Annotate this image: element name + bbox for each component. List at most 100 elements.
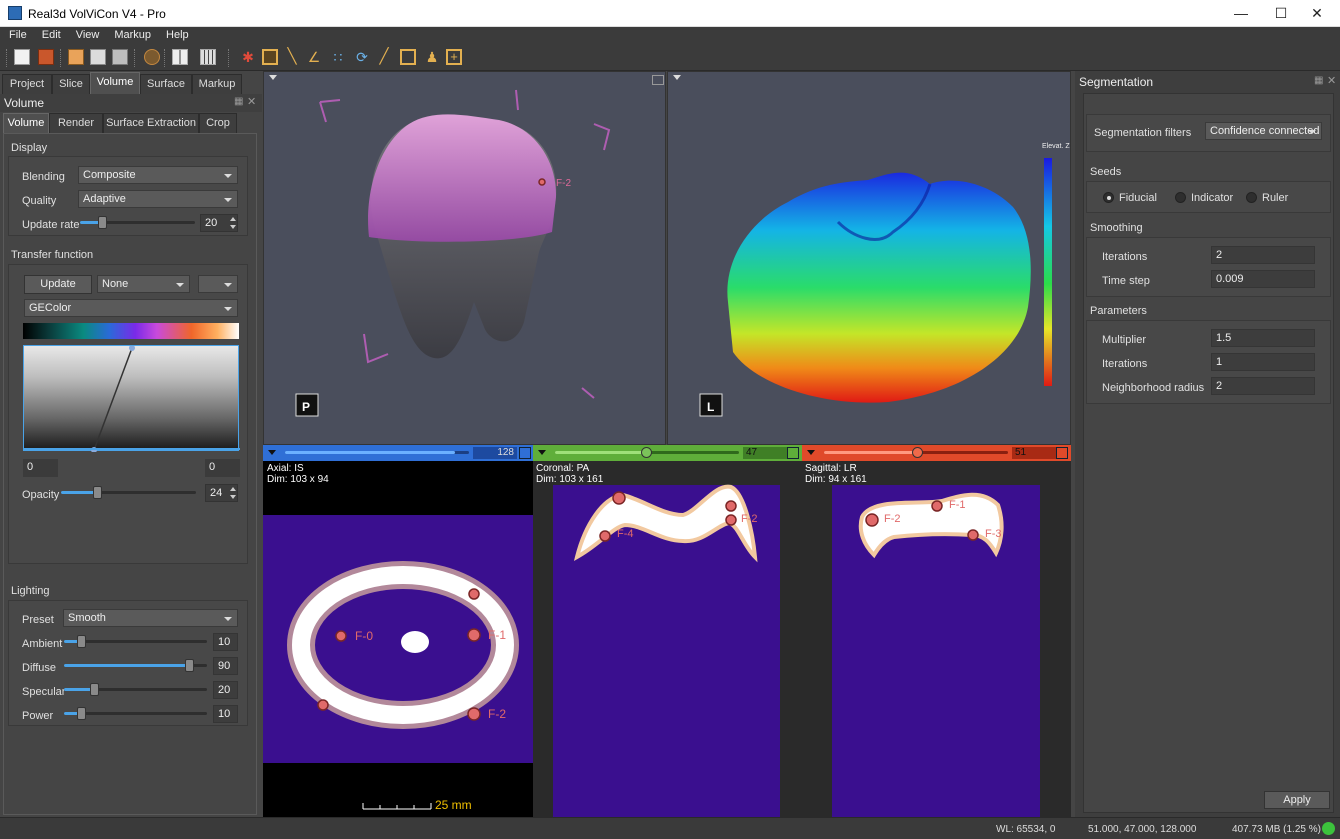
- add-icon[interactable]: +: [446, 49, 462, 65]
- fiducial-icon[interactable]: ✱: [240, 49, 256, 65]
- fiducial-marker[interactable]: [467, 707, 481, 721]
- surface-3d-view[interactable]: Elevat. Z L: [667, 71, 1071, 445]
- menu-help[interactable]: Help: [157, 27, 195, 41]
- fiducial-marker[interactable]: [865, 513, 879, 527]
- tab-slice[interactable]: Slice: [52, 74, 90, 94]
- diffuse-value: 90: [218, 660, 231, 672]
- menu-edit[interactable]: Edit: [33, 27, 67, 41]
- layout-grid-icon[interactable]: [172, 49, 188, 65]
- radio-ruler-label: Ruler: [1262, 192, 1289, 204]
- subtab-render[interactable]: Render: [49, 113, 103, 133]
- person-icon[interactable]: ♟: [424, 49, 440, 65]
- specular-slider[interactable]: [64, 683, 207, 696]
- ambient-slider[interactable]: [64, 635, 207, 648]
- panel-title: Volume: [4, 96, 45, 110]
- points-icon[interactable]: ∷: [330, 49, 346, 65]
- fiducial-label: F-3: [985, 528, 1002, 540]
- close-panel-icon[interactable]: ✕: [1327, 74, 1336, 87]
- sphere-icon[interactable]: [144, 49, 160, 65]
- timestep-field[interactable]: 0.009: [1211, 270, 1315, 288]
- apply-button[interactable]: Apply: [1264, 791, 1330, 809]
- fiducial-marker[interactable]: [967, 529, 979, 541]
- lighting-preset-select[interactable]: Smooth: [63, 609, 238, 627]
- specular-field[interactable]: 20: [213, 681, 238, 699]
- param-iterations-field[interactable]: 1: [1211, 353, 1315, 371]
- power-slider[interactable]: [64, 707, 207, 720]
- update-rate-slider[interactable]: [80, 216, 195, 229]
- radius-field[interactable]: 2: [1211, 377, 1315, 395]
- note-icon[interactable]: [262, 49, 278, 65]
- transfer-title: Transfer function: [11, 249, 94, 261]
- chevron-down-icon: [224, 617, 232, 621]
- fiducial-marker[interactable]: [612, 491, 626, 505]
- sagittal-view[interactable]: 51 Sagittal: LR Dim: 94 x 161 F-2 F-1 F-…: [802, 445, 1071, 817]
- fiducial-marker[interactable]: [467, 628, 481, 642]
- filters-select[interactable]: Confidence connected: [1205, 122, 1322, 140]
- tab-project[interactable]: Project: [2, 74, 52, 94]
- subtab-crop[interactable]: Crop: [199, 113, 237, 133]
- transfer-preset-select[interactable]: None: [97, 275, 190, 293]
- subtab-surface-extraction[interactable]: Surface Extraction: [103, 113, 199, 133]
- fiducial-marker[interactable]: [335, 630, 347, 642]
- tab-surface[interactable]: Surface: [140, 74, 192, 94]
- sagittal-image: F-2 F-1 F-3: [832, 485, 1040, 817]
- update-button[interactable]: Update: [24, 275, 92, 294]
- opacity-slider[interactable]: [61, 486, 196, 499]
- radio-fiducial[interactable]: [1103, 192, 1114, 203]
- update-rate-spinbox[interactable]: 20: [200, 214, 238, 232]
- menu-file[interactable]: File: [0, 27, 33, 41]
- radius-value: 2: [1216, 380, 1223, 392]
- subtab-volume[interactable]: Volume: [3, 113, 49, 133]
- cube-icon[interactable]: [90, 49, 106, 65]
- fiducial-marker[interactable]: [538, 178, 546, 186]
- fiducial-marker[interactable]: [931, 500, 943, 512]
- fiducial-marker[interactable]: [317, 699, 329, 711]
- fiducial-marker[interactable]: [599, 530, 611, 542]
- transfer-options-select[interactable]: [198, 275, 238, 293]
- segmentation-title: Segmentation: [1079, 75, 1154, 89]
- ruler-icon[interactable]: ╲: [284, 49, 300, 65]
- opacity-curve-editor[interactable]: [23, 345, 240, 452]
- angle-icon[interactable]: ∠: [306, 49, 322, 65]
- parameters-group: Multiplier 1.5 Iterations 1 Neighborhood…: [1086, 320, 1331, 404]
- quality-select[interactable]: Adaptive: [78, 190, 238, 208]
- open-folder-icon[interactable]: [68, 49, 84, 65]
- opacity-spinbox[interactable]: 24: [205, 484, 238, 502]
- smoothing-iterations-field[interactable]: 2: [1211, 246, 1315, 264]
- float-icon[interactable]: ▦: [234, 96, 243, 107]
- multiplier-value: 1.5: [1216, 332, 1232, 344]
- new-file-icon[interactable]: [14, 49, 30, 65]
- layout-single-icon[interactable]: [200, 49, 216, 65]
- axial-view[interactable]: 128 Axial: IS Dim: 103 x 94 F-0 F-1 F-2 …: [263, 445, 533, 817]
- close-panel-icon[interactable]: ✕: [247, 95, 256, 108]
- volume-3d-view[interactable]: F-2 P: [263, 71, 666, 445]
- control-point[interactable]: [129, 346, 135, 351]
- line-icon[interactable]: ╱: [376, 49, 392, 65]
- spiral-icon[interactable]: ⟳: [354, 49, 370, 65]
- diffuse-field[interactable]: 90: [213, 657, 238, 675]
- tab-markup[interactable]: Markup: [192, 74, 242, 94]
- radio-ruler[interactable]: [1246, 192, 1257, 203]
- save-icon[interactable]: [38, 49, 54, 65]
- float-icon[interactable]: ▦: [1314, 75, 1323, 86]
- tooth-surface: [727, 172, 1031, 403]
- coronal-view[interactable]: 47 Coronal: PA Dim: 103 x 161 F-4 F-2: [533, 445, 802, 817]
- ambient-field[interactable]: 10: [213, 633, 238, 651]
- tab-volume[interactable]: Volume: [90, 72, 140, 94]
- multiplier-field[interactable]: 1.5: [1211, 329, 1315, 347]
- cube-stack-icon[interactable]: [112, 49, 128, 65]
- fiducial-marker[interactable]: [725, 514, 737, 526]
- diffuse-slider[interactable]: [64, 659, 207, 672]
- rectangle-icon[interactable]: [400, 49, 416, 65]
- power-field[interactable]: 10: [213, 705, 238, 723]
- close-button[interactable]: ✕: [1294, 0, 1340, 27]
- colormap-select[interactable]: GEColor: [24, 299, 238, 317]
- range-min-field[interactable]: 0: [23, 459, 58, 477]
- menu-markup[interactable]: Markup: [105, 27, 157, 41]
- range-max-field[interactable]: 0: [205, 459, 240, 477]
- radio-indicator[interactable]: [1175, 192, 1186, 203]
- fiducial-marker[interactable]: [468, 588, 480, 600]
- menu-view[interactable]: View: [67, 27, 106, 41]
- fiducial-marker[interactable]: [725, 500, 737, 512]
- blending-select[interactable]: Composite: [78, 166, 238, 184]
